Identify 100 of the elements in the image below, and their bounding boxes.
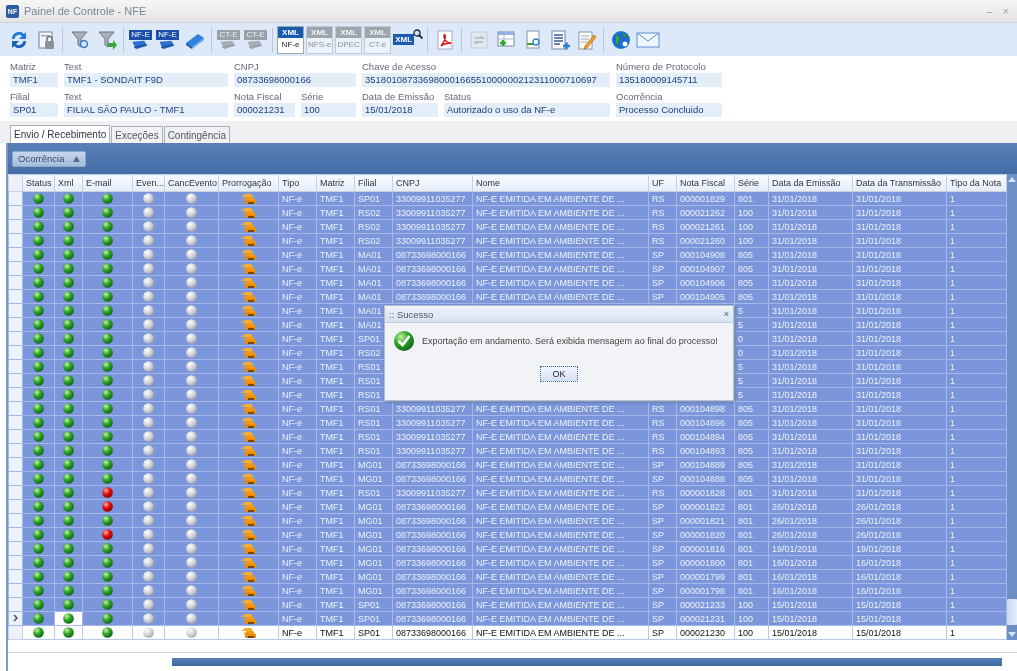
table-cell: TMF1	[320, 430, 344, 443]
table-row[interactable]: NF-e TMF1 SP01 08733698000166 NF-E EMITIDA EM AMBIENTE DE ... SP 000021231 100 15/01/2018 15/01/2018 1	[8, 611, 1007, 626]
table-cell: 1	[950, 318, 955, 331]
table-row[interactable]: NF-e TMF1 RS01 33009911035277 NF-E EMITIDA EM AMBIENTE DE ... RS 000104894 805 31/01/2018 31/01/2018 1	[8, 429, 1007, 444]
table-row[interactable]: NF-e TMF1 RS02 33009911035277 NF-E EMITIDA EM AMBIENTE DE ... RS 000021260 100 31/01/2018 31/01/2018 1	[8, 233, 1007, 248]
column-header[interactable]: UF	[648, 174, 677, 192]
column-header[interactable]: E-mail	[82, 174, 133, 192]
status-ball-icon	[33, 543, 44, 554]
table-cell: 000001822	[680, 500, 726, 513]
table-row[interactable]: NF-e TMF1 RS01 33009911035277 NF-E EMITIDA EM AMBIENTE DE ... RS 000104898 805 31/01/2018 31/01/2018 1	[8, 401, 1007, 416]
field-label: Série	[301, 91, 325, 103]
column-header[interactable]: Tipo	[278, 174, 317, 192]
scroll-thumb[interactable]	[1007, 599, 1017, 625]
cancel-event-ball-icon	[186, 333, 197, 344]
table-cell: 31/01/2018	[772, 486, 818, 499]
table-cell: 08733698000166	[396, 458, 467, 471]
table-cell: 31/01/2018	[772, 276, 818, 289]
table-row[interactable]: NF-e TMF1 MA01 08733698000166 NF-E EMITIDA EM AMBIENTE DE ... SP 000104907 805 31/01/2018 31/01/2018 1	[8, 261, 1007, 276]
table-cell: RS	[652, 444, 665, 457]
table-row[interactable]: NF-e TMF1 MG01 08733698000166 NF-E EMITIDA EM AMBIENTE DE ... SP 000001821 801 26/01/2018 26/01/2018 1	[8, 513, 1007, 528]
table-row[interactable]: NF-e TMF1 RS01 33009911035277 NF-E EMITIDA EM AMBIENTE DE ... RS 000001828 801 31/01/2018 31/01/2018 1	[8, 485, 1007, 500]
field-label: Número de Protocolo	[616, 61, 707, 73]
table-cell: 1	[950, 430, 955, 443]
cancel-event-ball-icon	[186, 389, 197, 400]
scroll-thumb[interactable]	[172, 658, 1002, 666]
minimize-button[interactable]: –	[984, 5, 995, 17]
cancel-event-ball-icon	[186, 375, 197, 386]
group-by-chip[interactable]: Ocorrência	[12, 150, 87, 167]
table-row[interactable]: NF-e TMF1 RS01 33009911035277 NF-E EMITIDA EM AMBIENTE DE ... RS 000104893 805 31/01/2018 31/01/2018 1	[8, 443, 1007, 458]
column-header[interactable]: Nome	[472, 174, 649, 192]
tab[interactable]: Exceções	[111, 126, 163, 143]
column-header[interactable]: Tipo da Nota	[946, 174, 1007, 192]
table-cell: 08733698000166	[396, 626, 467, 639]
column-header[interactable]: Even...	[132, 174, 165, 192]
table-cell: 19/01/2018	[856, 542, 902, 555]
table-row[interactable]: NF-e TMF1 MG01 08733698000166 NF-E EMITIDA EM AMBIENTE DE ... SP 000104888 805 31/01/2018 31/01/2018 1	[8, 471, 1007, 486]
column-header[interactable]: Série	[734, 174, 769, 192]
table-row[interactable]: NF-e TMF1 MA01 08733698000166 NF-E EMITIDA EM AMBIENTE DE ... SP 000104905 805 31/01/2018 31/01/2018 1	[8, 289, 1007, 304]
table-row[interactable]: NF-e TMF1 MG01 08733698000166 NF-E EMITIDA EM AMBIENTE DE ... SP 000001820 801 26/01/2018 26/01/2018 1	[8, 527, 1007, 542]
table-cell: TMF1	[320, 346, 344, 359]
horizontal-scrollbar[interactable]	[8, 652, 1017, 671]
table-cell: NF-e	[282, 402, 302, 415]
xml-ball-icon	[63, 557, 74, 568]
scroll-up-icon[interactable]	[1008, 177, 1016, 183]
table-row[interactable]: NF-e TMF1 SP01 33009911035277 NF-E EMITIDA EM AMBIENTE DE ... RS 000001829 801 31/01/2018 31/01/2018 1	[8, 191, 1007, 206]
table-cell: 31/01/2018	[856, 234, 902, 247]
column-header[interactable]: CancEvento	[164, 174, 219, 192]
close-button[interactable]: ×	[1000, 5, 1011, 17]
table-row[interactable]: NF-e TMF1 RS02 33009911035277 NF-E EMITIDA EM AMBIENTE DE ... RS 000021262 100 31/01/2018 31/01/2018 1	[8, 205, 1007, 220]
doc-badge-tool-button[interactable]: NF-E	[128, 25, 153, 54]
table-row[interactable]: NF-e TMF1 MA01 08733698000166 NF-E EMITIDA EM AMBIENTE DE ... SP 000104908 805 31/01/2018 31/01/2018 1	[8, 247, 1007, 262]
tab[interactable]: Envio / Recebimento	[10, 125, 111, 143]
table-row[interactable]: NF-e TMF1 SP01 08733698000166 NF-E EMITIDA EM AMBIENTE DE ... SP 000021233 100 15/01/2018 15/01/2018 1	[8, 597, 1007, 612]
table-row[interactable]: NF-e TMF1 RS02 33009911035277 NF-E EMITIDA EM AMBIENTE DE ... RS 000021261 100 31/01/2018 31/01/2018 1	[8, 219, 1007, 234]
tab[interactable]: Contingência	[163, 126, 230, 143]
xml-ball-icon	[63, 319, 74, 330]
table-cell: 1	[950, 556, 955, 569]
status-ball-icon	[33, 305, 44, 316]
vertical-scrollbar[interactable]	[1006, 174, 1017, 640]
doc-badge-tool-button[interactable]: NF-E	[155, 25, 180, 54]
event-ball-icon	[143, 347, 154, 358]
xml-search-tool-button[interactable]: XML	[393, 25, 424, 54]
table-row[interactable]: NF-e TMF1 MG01 08733698000166 NF-E EMITIDA EM AMBIENTE DE ... SP 000001800 801 16/01/2018 16/01/2018 1	[8, 555, 1007, 570]
ok-button[interactable]: OK	[540, 366, 578, 382]
window-title: Painel de Controle - NFE	[24, 5, 147, 17]
table-cell: NF-e	[282, 388, 302, 401]
column-header[interactable]: Prorrogação	[218, 174, 279, 192]
table-row[interactable]: NF-e TMF1 MG01 08733698000166 NF-E EMITIDA EM AMBIENTE DE ... SP 000104889 805 31/01/2018 31/01/2018 1	[8, 457, 1007, 472]
column-header[interactable]: Xml	[54, 174, 83, 192]
xml-label: XML	[278, 26, 303, 38]
xml-tile-tool-button[interactable]: XML NF-e	[277, 25, 304, 54]
xml-ball-icon	[63, 543, 74, 554]
table-cell: 33009911035277	[396, 402, 466, 415]
table-cell: NF-e	[282, 192, 302, 205]
table-row[interactable]: NF-e TMF1 RS01 33009911035277 NF-E EMITIDA EM AMBIENTE DE ... RS 000104896 805 31/01/2018 31/01/2018 1	[8, 415, 1007, 430]
xml-ball-icon	[63, 263, 74, 274]
scroll-down-icon[interactable]	[1008, 631, 1016, 637]
table-cell: 16/01/2018	[856, 584, 902, 597]
table-cell: 31/01/2018	[772, 248, 818, 261]
column-header[interactable]: Status	[22, 174, 55, 192]
table-row[interactable]: NF-e TMF1 MG01 08733698000166 NF-E EMITIDA EM AMBIENTE DE ... SP 000001798 801 16/01/2018 16/01/2018 1	[8, 583, 1007, 598]
column-header[interactable]: Data da Emissão	[768, 174, 853, 192]
table-cell: 1	[950, 416, 955, 429]
table-cell: 801	[738, 500, 754, 513]
table-row[interactable]: NF-e TMF1 MG01 08733698000166 NF-E EMITIDA EM AMBIENTE DE ... SP 000001799 801 16/01/2018 16/01/2018 1	[8, 569, 1007, 584]
table-cell: 33009911035277	[396, 486, 466, 499]
table-cell: SP	[652, 262, 664, 275]
column-header[interactable]: Data da Transmissão	[852, 174, 947, 192]
table-cell: SP	[652, 472, 664, 485]
table-row[interactable]: NF-e TMF1 MG01 08733698000166 NF-E EMITIDA EM AMBIENTE DE ... SP 000001816 801 19/01/2018 19/01/2018 1	[8, 541, 1007, 556]
table-cell: 801	[738, 556, 754, 569]
column-header[interactable]: Filial	[354, 174, 393, 192]
table-row[interactable]: NF-e TMF1 MA01 08733698000166 NF-E EMITIDA EM AMBIENTE DE ... SP 000104906 805 31/01/2018 31/01/2018 1	[8, 275, 1007, 290]
table-row[interactable]: NF-e TMF1 SP01 08733698000166 NF-E EMITIDA EM AMBIENTE DE ... SP 000021230 100 15/01/2018 15/01/2018 1	[8, 625, 1007, 640]
table-cell: NF-E EMITIDA EM AMBIENTE DE ...	[476, 192, 625, 205]
column-header[interactable]: Nota Fiscal	[676, 174, 735, 192]
column-header[interactable]: Matriz	[316, 174, 355, 192]
table-row[interactable]: NF-e TMF1 MG01 08733698000166 NF-E EMITIDA EM AMBIENTE DE ... SP 000001822 801 26/01/2018 26/01/2018 1	[8, 499, 1007, 514]
close-button[interactable]: ×	[723, 309, 729, 319]
column-header[interactable]: CNPJ	[392, 174, 473, 192]
